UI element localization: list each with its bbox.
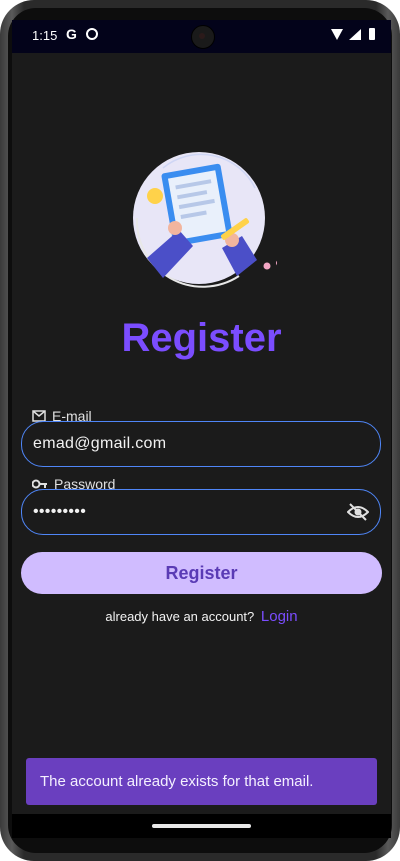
app-screen: 1:15 G Register E-mail emad@gmail.com Pa… — [12, 20, 391, 838]
login-prompt: already have an account? Login — [12, 608, 391, 625]
register-illustration — [133, 152, 277, 288]
key-icon — [32, 479, 47, 489]
email-value: emad@gmail.com — [33, 435, 167, 452]
status-bar: 1:15 G — [12, 20, 391, 53]
email-field[interactable]: emad@gmail.com — [21, 421, 381, 467]
password-value: ••••••••• — [33, 503, 87, 520]
front-camera — [191, 25, 215, 49]
battery-icon — [369, 28, 375, 40]
snackbar: The account already exists for that emai… — [26, 758, 377, 805]
login-prompt-text: already have an account? — [105, 609, 255, 624]
app-icon — [86, 28, 98, 40]
login-link[interactable]: Login — [261, 608, 298, 625]
snackbar-message: The account already exists for that emai… — [40, 773, 314, 790]
password-field[interactable]: ••••••••• — [21, 489, 381, 535]
home-gesture-handle[interactable] — [152, 824, 251, 828]
wifi-icon — [331, 29, 343, 40]
navigation-bar — [12, 814, 391, 838]
eye-off-icon[interactable] — [347, 502, 369, 522]
google-icon: G — [66, 26, 77, 42]
register-button[interactable]: Register — [21, 552, 382, 594]
status-time: 1:15 — [32, 28, 58, 43]
signal-icon — [349, 29, 361, 40]
page-title: Register — [121, 316, 282, 360]
